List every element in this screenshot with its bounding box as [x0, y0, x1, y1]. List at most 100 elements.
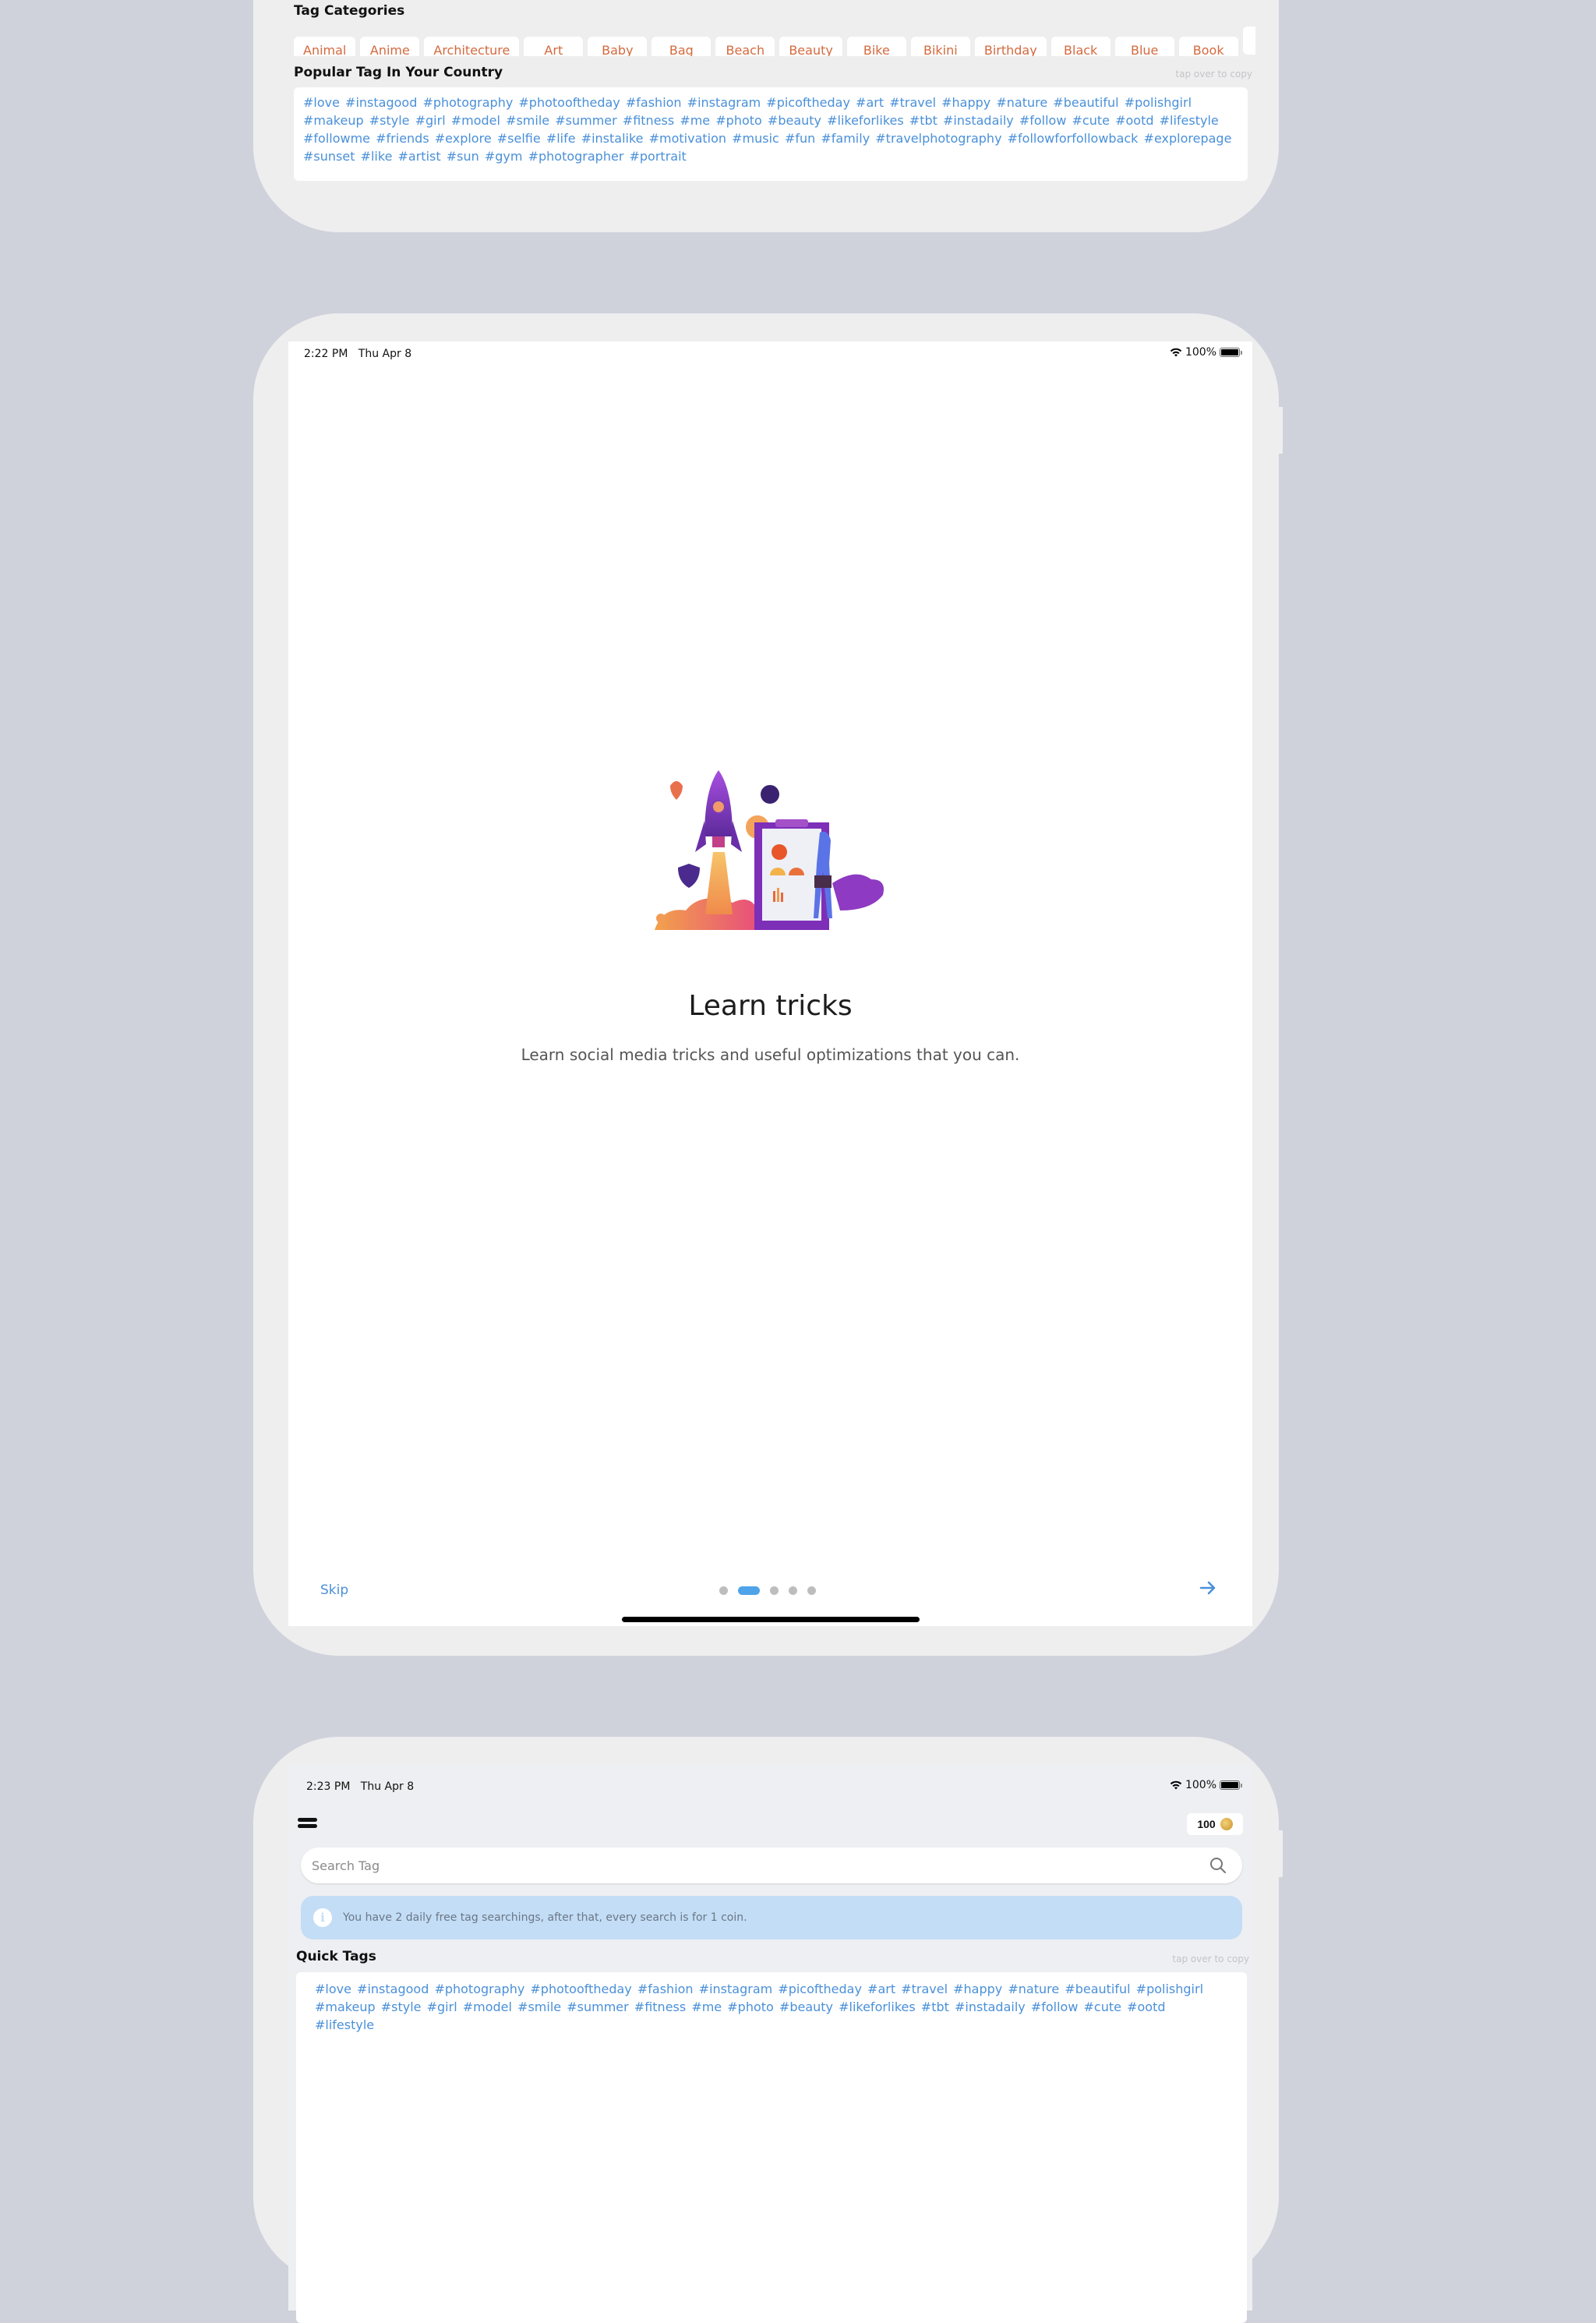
hashtag[interactable]: #polishgirl — [1125, 95, 1192, 110]
hashtag[interactable]: #beautiful — [1065, 1982, 1130, 1996]
hashtag[interactable]: #love — [315, 1982, 351, 1996]
hashtag[interactable]: #instagood — [345, 95, 417, 110]
hashtag[interactable]: #cute — [1084, 1999, 1121, 2014]
hashtag[interactable]: #photography — [434, 1982, 524, 1996]
category-chip[interactable]: Anime — [360, 37, 420, 56]
hashtag[interactable]: #lifestyle — [315, 2017, 374, 2032]
hashtag[interactable]: #selfie — [497, 131, 541, 146]
hashtag[interactable]: #makeup — [315, 1999, 376, 2014]
hashtag[interactable]: #happy — [941, 95, 990, 110]
hashtag[interactable]: #nature — [1008, 1982, 1059, 1996]
hashtag[interactable]: #me — [680, 113, 710, 128]
hashtag[interactable]: #makeup — [303, 113, 364, 128]
hashtag[interactable]: #love — [303, 95, 340, 110]
category-chip[interactable]: Book — [1178, 37, 1238, 56]
hashtag[interactable]: #photographer — [528, 149, 624, 164]
hashtag[interactable]: #motivation — [649, 131, 726, 146]
hashtag[interactable]: #photooftheday — [518, 95, 620, 110]
hashtag[interactable]: #follow — [1019, 113, 1067, 128]
hashtag[interactable]: #travel — [889, 95, 936, 110]
page-indicator[interactable] — [719, 1586, 816, 1595]
hashtag[interactable]: #family — [821, 131, 870, 146]
hashtag[interactable]: #instagram — [699, 1982, 773, 1996]
hashtag[interactable]: #instalike — [581, 131, 644, 146]
hashtag[interactable]: #beauty — [768, 113, 821, 128]
hashtag[interactable]: #music — [732, 131, 779, 146]
hashtag[interactable]: #style — [369, 113, 410, 128]
hashtag[interactable]: #ootd — [1115, 113, 1153, 128]
hashtag[interactable]: #life — [546, 131, 576, 146]
search-input[interactable] — [310, 1857, 1209, 1874]
hashtag[interactable]: #beauty — [779, 1999, 833, 2014]
hashtag[interactable]: #model — [463, 1999, 512, 2014]
hashtag[interactable]: #travel — [901, 1982, 948, 1996]
hashtag[interactable]: #smile — [517, 1999, 561, 2014]
hashtag[interactable]: #smile — [506, 113, 549, 128]
arrow-right-icon[interactable] — [1196, 1576, 1220, 1600]
hashtag[interactable]: #photo — [715, 113, 762, 128]
hashtag[interactable]: #like — [361, 149, 393, 164]
hashtag[interactable]: #summer — [567, 1999, 628, 2014]
hashtag[interactable]: #nature — [996, 95, 1047, 110]
search-icon[interactable] — [1209, 1857, 1227, 1874]
hashtag[interactable]: #beautiful — [1053, 95, 1118, 110]
category-chip[interactable]: Architecture — [424, 37, 520, 56]
quick-tags-box[interactable]: #love #instagood #photography #photoofth… — [296, 1972, 1247, 2323]
category-chip[interactable]: Birthday — [974, 37, 1047, 56]
hashtag[interactable]: #art — [856, 95, 884, 110]
category-chip[interactable]: Animal — [294, 37, 356, 56]
hashtag[interactable]: #fashion — [637, 1982, 694, 1996]
hashtag[interactable]: #picoftheday — [766, 95, 850, 110]
hashtag[interactable]: #polishgirl — [1136, 1982, 1203, 1996]
hashtag[interactable]: #photooftheday — [530, 1982, 631, 1996]
hashtag[interactable]: #likeforlikes — [839, 1999, 916, 2014]
hashtag[interactable]: #explorepage — [1144, 131, 1232, 146]
category-chip[interactable]: Baby — [588, 37, 648, 56]
hashtag[interactable]: #happy — [953, 1982, 1002, 1996]
hashtag[interactable]: #gym — [485, 149, 523, 164]
hashtag[interactable]: #fashion — [626, 95, 682, 110]
hashtag[interactable]: #followforfollowback — [1008, 131, 1139, 146]
hashtag[interactable]: #girl — [415, 113, 446, 128]
page-dot[interactable] — [789, 1586, 797, 1595]
coin-balance[interactable]: 100 — [1187, 1813, 1243, 1835]
hashtag[interactable]: #artist — [398, 149, 441, 164]
skip-button[interactable]: Skip — [320, 1582, 348, 1598]
page-dot-active[interactable] — [738, 1586, 760, 1595]
category-chip[interactable]: Blue — [1114, 37, 1174, 56]
hashtag[interactable]: #instadaily — [943, 113, 1014, 128]
hashtag[interactable]: #sun — [447, 149, 479, 164]
category-chip[interactable]: Black — [1050, 37, 1110, 56]
hashtag[interactable]: #followme — [303, 131, 370, 146]
hashtag[interactable]: #fitness — [623, 113, 674, 128]
hashtag[interactable]: #fun — [785, 131, 815, 146]
hashtag[interactable]: #tbt — [909, 113, 937, 128]
category-chip[interactable]: Beach — [715, 37, 775, 56]
page-dot[interactable] — [770, 1586, 779, 1595]
hashtag[interactable]: #sunset — [303, 149, 355, 164]
hashtag[interactable]: #tbt — [921, 1999, 949, 2014]
hashtag[interactable]: #ootd — [1127, 1999, 1165, 2014]
hashtag[interactable]: #picoftheday — [778, 1982, 862, 1996]
page-dot[interactable] — [807, 1586, 816, 1595]
category-chip[interactable]: Bike — [846, 37, 906, 56]
hashtag[interactable]: #explore — [435, 131, 492, 146]
category-chip[interactable]: Beauty — [779, 37, 842, 56]
hashtag[interactable]: #instagood — [357, 1982, 429, 1996]
category-chip[interactable]: Bikini — [910, 37, 970, 56]
hashtag[interactable]: #style — [381, 1999, 422, 2014]
tag-categories-list[interactable]: Animal Anime Architecture Art Baby Bag Beach Be… — [294, 27, 1255, 56]
hashtag[interactable]: #photography — [422, 95, 513, 110]
hashtag[interactable]: #portrait — [629, 149, 686, 164]
hashtag[interactable]: #follow — [1031, 1999, 1079, 2014]
category-chip[interactable]: Bag — [651, 37, 711, 56]
hashtag[interactable]: #friends — [376, 131, 429, 146]
menu-icon[interactable] — [298, 1818, 317, 1833]
category-chip[interactable]: Art — [524, 37, 584, 56]
hashtag[interactable]: #art — [867, 1982, 895, 1996]
hashtag[interactable]: #lifestyle — [1160, 113, 1219, 128]
popular-tags-box[interactable]: #love #instagood #photography #photoofth… — [294, 87, 1248, 181]
hashtag[interactable]: #photo — [727, 1999, 774, 2014]
hashtag[interactable]: #likeforlikes — [827, 113, 904, 128]
hashtag[interactable]: #girl — [427, 1999, 457, 2014]
